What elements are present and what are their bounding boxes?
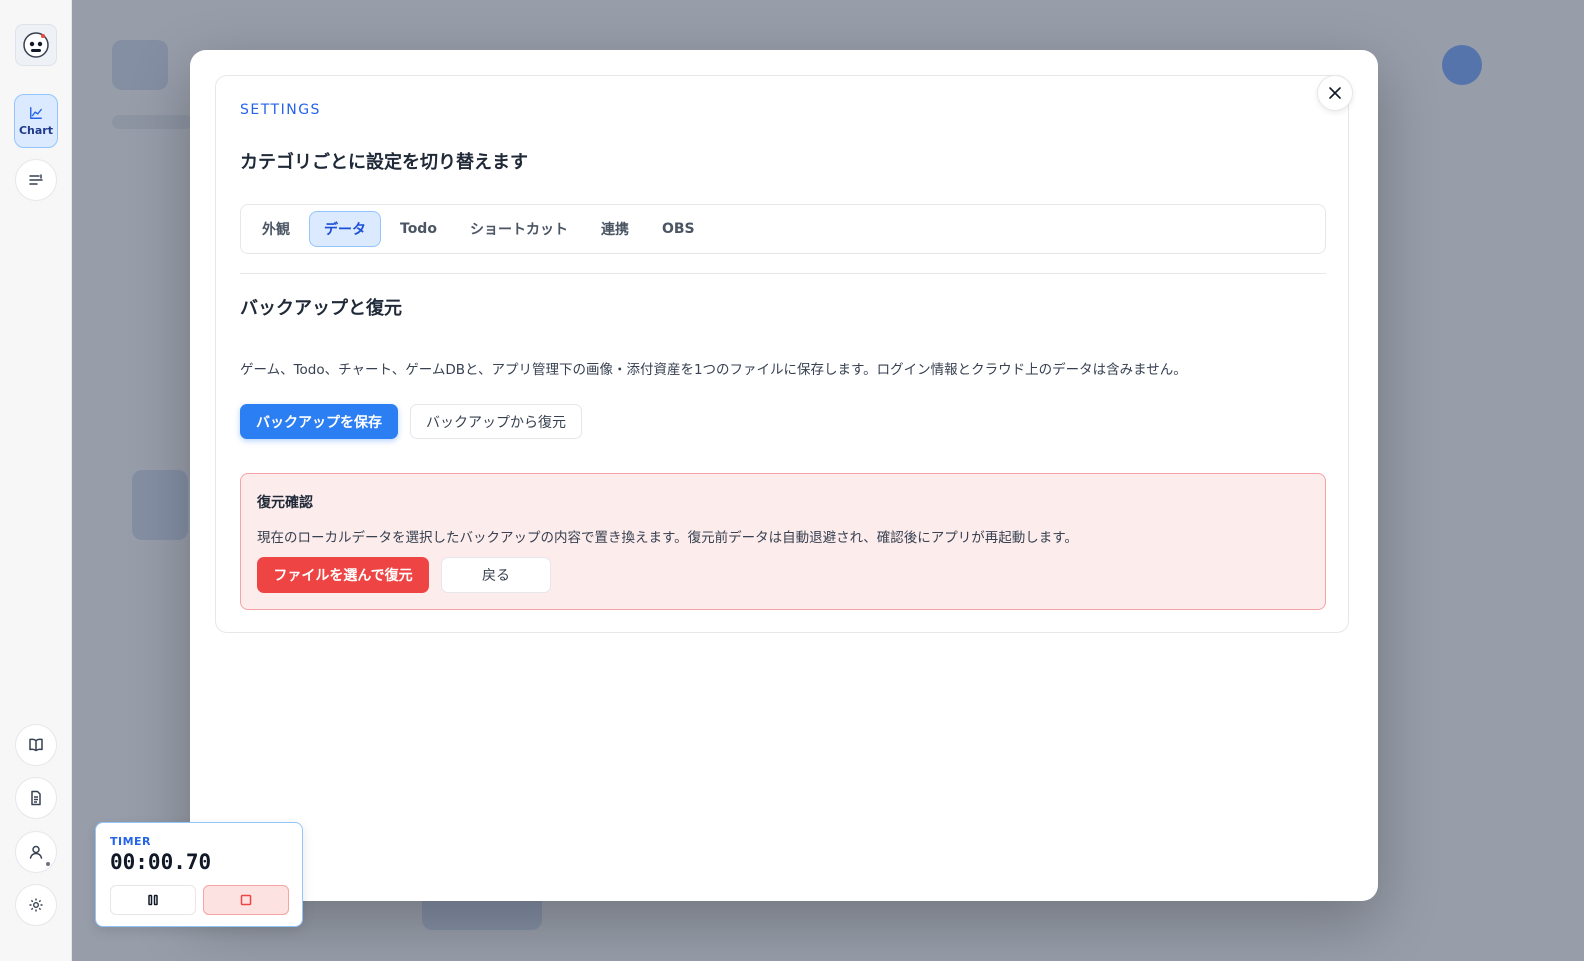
sidebar-item-book[interactable] [15, 724, 57, 766]
line-chart-icon [30, 106, 42, 119]
stop-icon [240, 894, 252, 906]
timer-widget: TIMER 00:00.70 [95, 822, 303, 927]
settings-tabs: 外観 データ Todo ショートカット 連携 OBS [240, 204, 1326, 254]
user-icon [29, 845, 43, 859]
settings-kicker: SETTINGS [240, 102, 321, 118]
close-icon [1329, 87, 1341, 99]
sidebar: Chart [0, 0, 72, 961]
tab-todo[interactable]: Todo [386, 211, 451, 247]
close-button[interactable] [1317, 75, 1353, 111]
save-backup-button[interactable]: バックアップを保存 [240, 404, 398, 439]
timer-pause-button[interactable] [110, 885, 196, 915]
sidebar-item-list[interactable] [15, 159, 57, 201]
app-logo[interactable] [15, 24, 57, 66]
sidebar-item-chart[interactable]: Chart [14, 94, 58, 148]
gear-icon [29, 898, 43, 912]
sidebar-item-account[interactable] [15, 831, 57, 873]
backup-description: ゲーム、Todo、チャート、ゲームDBと、アプリ管理下の画像・添付資産を1つのフ… [240, 362, 1187, 378]
document-icon [31, 790, 41, 806]
pause-icon [148, 894, 158, 906]
restore-confirm-panel: 復元確認 現在のローカルデータを選択したバックアップの内容で置き換えます。復元前… [240, 473, 1326, 610]
timer-stop-button[interactable] [203, 885, 289, 915]
restore-backup-button[interactable]: バックアップから復元 [410, 404, 582, 439]
sidebar-item-settings[interactable] [15, 884, 57, 926]
settings-card: SETTINGS カテゴリごとに設定を切り替えます 外観 データ Todo ショ… [215, 75, 1349, 633]
timer-label: TIMER [110, 835, 152, 848]
tab-integrations[interactable]: 連携 [587, 211, 643, 247]
app-logo-icon [23, 32, 49, 58]
tab-shortcuts[interactable]: ショートカット [456, 211, 582, 247]
settings-title: カテゴリごとに設定を切り替えます [240, 152, 528, 173]
restore-confirm-title: 復元確認 [257, 495, 313, 511]
tab-obs[interactable]: OBS [648, 211, 709, 247]
timer-value: 00:00.70 [110, 850, 212, 874]
list-filter-icon [29, 174, 43, 185]
sidebar-item-document[interactable] [15, 777, 57, 819]
sidebar-item-chart-label: Chart [18, 123, 53, 137]
tab-appearance[interactable]: 外観 [248, 211, 304, 247]
choose-file-restore-button[interactable]: ファイルを選んで復元 [257, 557, 429, 593]
back-button[interactable]: 戻る [441, 557, 551, 593]
book-icon [29, 738, 43, 752]
section-divider [240, 273, 1326, 274]
restore-confirm-description: 現在のローカルデータを選択したバックアップの内容で置き換えます。復元前データは自… [257, 530, 1078, 546]
tab-data[interactable]: データ [309, 211, 381, 247]
status-dot [45, 861, 51, 867]
settings-modal: SETTINGS カテゴリごとに設定を切り替えます 外観 データ Todo ショ… [190, 50, 1378, 901]
backup-section-title: バックアップと復元 [240, 298, 402, 319]
